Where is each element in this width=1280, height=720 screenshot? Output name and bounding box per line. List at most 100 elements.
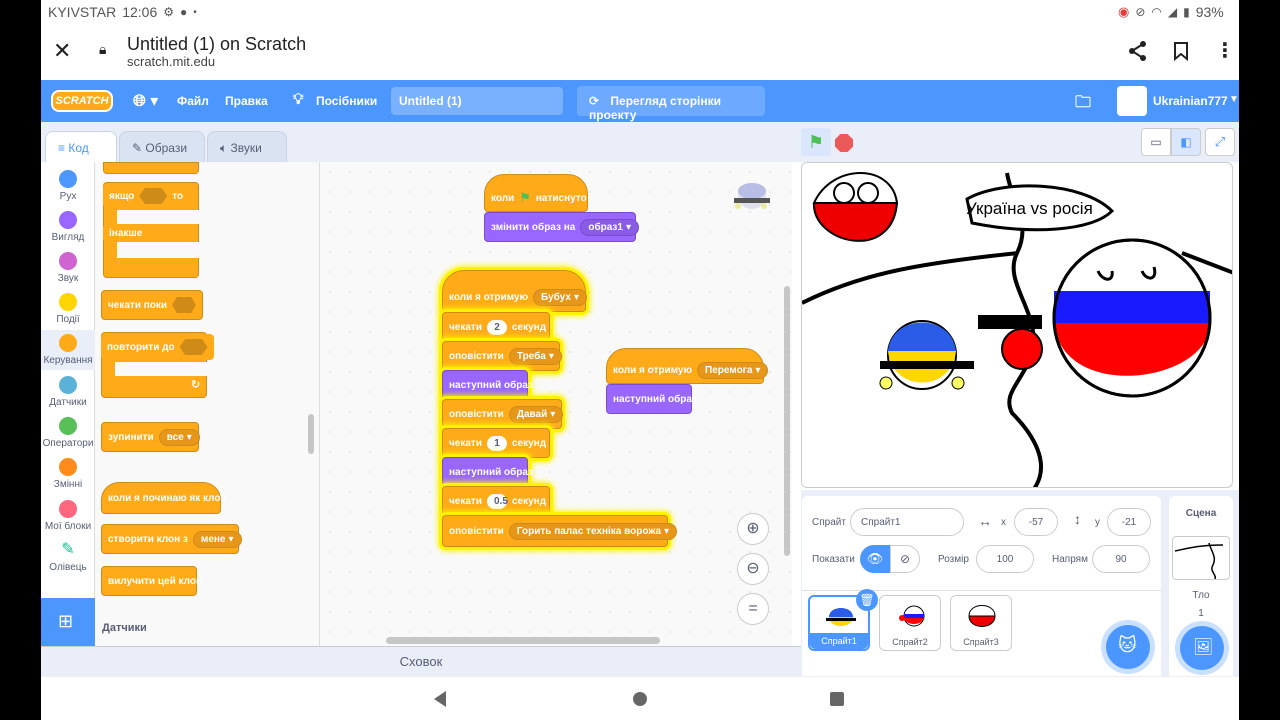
share-icon[interactable] <box>1128 40 1148 62</box>
backdrop-thumbnail <box>1172 536 1230 580</box>
recents-nav-button[interactable] <box>830 692 844 706</box>
category-my-blocks[interactable]: Мої блоки <box>41 500 95 532</box>
close-icon[interactable]: ✕ <box>53 38 71 64</box>
add-sprite-button[interactable]: 🐱︎ <box>1106 625 1150 669</box>
stage-title: Сцена <box>1185 508 1217 519</box>
next-costume-block[interactable]: наступний образ <box>442 370 533 400</box>
next-costume-block[interactable]: наступний образ <box>442 457 533 487</box>
home-nav-button[interactable] <box>633 692 647 706</box>
wait-block[interactable]: чекати 1 секунд <box>442 428 550 458</box>
sprite-tile[interactable]: Спрайт3 <box>950 595 1012 651</box>
lock-icon: 🔒︎ <box>99 41 107 57</box>
wifi-icon: ◠ <box>1151 5 1162 19</box>
show-label: Показати <box>812 554 855 565</box>
sprite2-thumbnail <box>899 605 925 627</box>
category-sound[interactable]: Звук <box>41 252 95 284</box>
direction-input[interactable]: 90 <box>1092 545 1150 573</box>
category-events[interactable]: Події <box>41 293 95 325</box>
category-sensing[interactable]: Датчики <box>41 376 95 408</box>
broadcast-block[interactable]: оповістити Горить палас техніка ворожа ▾ <box>442 515 678 547</box>
broadcast-block[interactable]: оповістити Давай ▾ <box>442 399 564 429</box>
size-label: Розмір <box>938 554 969 565</box>
backdrops-label: Тло <box>1192 590 1210 601</box>
username: Ukrainian777 <box>1153 94 1228 108</box>
stage-selector[interactable]: Сцена Тло 1 🖼︎ <box>1169 496 1233 676</box>
sprite-info-panel: Спрайт Спрайт1 ↔ x -57 ↕ y -21 Показати … <box>802 496 1161 590</box>
sprite-tile[interactable]: Спрайт2 <box>879 595 941 651</box>
chat-icon: ● <box>180 5 188 19</box>
category-looks[interactable]: Вигляд <box>41 211 95 243</box>
when-flag-clicked-block[interactable]: коли ⚑ натиснуто <box>484 174 588 212</box>
delete-clone-block[interactable]: вилучити цей клон <box>101 566 202 596</box>
tab-costumes[interactable]: ✎ Образи <box>119 131 205 163</box>
category-operators[interactable]: Оператори <box>41 417 95 449</box>
device-screen: KYIVSTAR 12:06 ⚙ ● • ◉ ⊘ ◠ ◢ ▮ 93% ✕ 🔒︎ … <box>0 0 1280 720</box>
stage-canvas[interactable]: Україна vs росія <box>801 162 1233 488</box>
show-visible-button[interactable]: 👁︎ <box>860 545 890 573</box>
my-stuff-folder-icon[interactable]: 🗀 <box>1075 91 1091 118</box>
category-motion[interactable]: Рух <box>41 170 95 202</box>
add-backdrop-button[interactable]: 🖼︎ <box>1180 626 1224 670</box>
pen-icon: ✎ <box>61 541 75 558</box>
when-i-receive-block[interactable]: коли я отримую Бубух ▾ <box>442 270 587 312</box>
sprite-name-input[interactable]: Спрайт1 <box>850 508 964 536</box>
when-i-start-as-clone-block[interactable]: коли я починаю як клон <box>101 482 227 514</box>
show-hidden-button[interactable]: ⊘ <box>890 545 920 573</box>
scratch-logo[interactable]: SCRATCH <box>51 90 113 112</box>
more-menu-icon[interactable]: ⋮ <box>1215 38 1235 63</box>
page-url[interactable]: scratch.mit.edu <box>127 54 215 69</box>
menu-edit[interactable]: Правка <box>225 94 268 108</box>
category-pen[interactable]: ✎ Олівець <box>41 541 95 573</box>
x-label: x <box>1001 517 1006 528</box>
image-plus-icon: 🖼︎ <box>1193 639 1214 656</box>
backpack-bar[interactable]: Сховок <box>41 646 801 676</box>
stop-block[interactable]: зупинити все ▾ <box>101 422 200 452</box>
menu-tutorials[interactable]: Посібники <box>316 94 377 108</box>
workspace-horizontal-scrollbar[interactable] <box>386 637 660 644</box>
menu-file[interactable]: Файл <box>177 94 209 108</box>
sprite-name-label: Спрайт <box>812 517 846 528</box>
wait-until-block[interactable]: чекати поки <box>101 290 203 320</box>
palette-section-sensing: Датчики <box>102 622 147 634</box>
tab-code[interactable]: ≡ Код <box>45 131 117 163</box>
broadcast-block[interactable]: оповістити Треба ▾ <box>442 341 562 371</box>
switch-costume-block[interactable]: змінити образ на образ1 ▾ <box>484 212 639 242</box>
wait-block[interactable]: чекати 2 секунд <box>442 312 550 342</box>
extension-icon: ⊞ <box>58 611 74 631</box>
zoom-reset-button[interactable]: = <box>737 593 769 625</box>
create-clone-block[interactable]: створити клон з мене ▾ <box>101 524 242 554</box>
large-stage-button[interactable]: ◧ <box>1171 128 1201 156</box>
clock: 12:06 <box>122 4 158 20</box>
green-flag-button[interactable]: ⚑ <box>801 128 831 156</box>
carrier: KYIVSTAR <box>48 4 117 20</box>
battery-level: 93% <box>1195 4 1224 20</box>
delete-sprite-button[interactable]: 🗑︎ <box>856 589 878 611</box>
stop-button[interactable] <box>835 134 853 152</box>
workspace-vertical-scrollbar[interactable] <box>784 286 790 556</box>
wait-block[interactable]: чекати 0.5 секунд <box>442 486 550 516</box>
lightbulb-icon: 💡︎ <box>293 91 304 108</box>
globe-icon[interactable]: 🌐︎ ▾ <box>133 91 158 111</box>
block-stub[interactable] <box>103 162 199 174</box>
category-variables[interactable]: Змінні <box>41 458 95 490</box>
sprite3-thumbnail <box>968 605 996 627</box>
x-position-input[interactable]: -57 <box>1014 508 1058 536</box>
tab-costumes-label: Образи <box>145 141 188 155</box>
tab-sounds[interactable]: 🔈︎ Звуки <box>207 131 287 163</box>
add-extension-button[interactable]: ⊞ <box>41 598 95 646</box>
zoom-out-button[interactable]: ⊖ <box>737 553 769 585</box>
bookmark-icon[interactable] <box>1173 41 1189 61</box>
repeat-until-label-row: повторити до <box>101 334 214 360</box>
y-position-input[interactable]: -21 <box>1107 508 1151 536</box>
next-costume-block[interactable]: наступний образ <box>606 384 697 414</box>
back-nav-button[interactable] <box>434 691 446 707</box>
size-input[interactable]: 100 <box>976 545 1034 573</box>
when-i-receive-block[interactable]: коли я отримую Перемога ▾ <box>606 348 769 384</box>
small-stage-button[interactable]: ▭ <box>1141 128 1171 156</box>
zoom-in-button[interactable]: ⊕ <box>737 513 769 545</box>
see-project-page-button[interactable]: ⟳ Перегляд сторінки проекту <box>577 86 765 122</box>
project-title-input[interactable]: Untitled (1) <box>391 87 563 115</box>
fullscreen-button[interactable]: ⤢ <box>1205 128 1235 156</box>
palette-scrollbar[interactable] <box>308 414 314 454</box>
category-control[interactable]: Керування <box>41 330 95 370</box>
